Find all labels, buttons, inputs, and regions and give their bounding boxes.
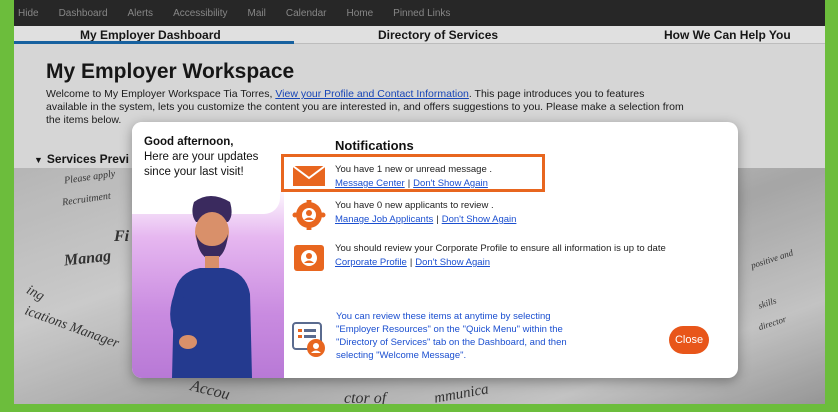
manage-job-applicants-link[interactable]: Manage Job Applicants <box>335 214 433 225</box>
dont-show-again-link[interactable]: Don't Show Again <box>442 214 517 225</box>
corporate-profile-link[interactable]: Corporate Profile <box>335 257 407 268</box>
greeting-title: Good afternoon, <box>144 136 234 148</box>
notification-links: Corporate Profile | Don't Show Again <box>335 257 490 268</box>
link-separator: | <box>409 257 413 268</box>
person-illustration <box>170 196 252 378</box>
welcome-modal: Good afternoon, Here are your updates si… <box>132 122 738 378</box>
modal-illustration-panel: Good afternoon, Here are your updates si… <box>132 122 284 378</box>
footer-note: You can review these items at anytime by… <box>336 311 567 361</box>
dont-show-again-link[interactable]: Don't Show Again <box>415 257 490 268</box>
notification-message: You should review your Corporate Profile… <box>335 243 666 254</box>
close-button[interactable]: Close <box>669 326 709 354</box>
notifications-title: Notifications <box>335 138 414 153</box>
highlight-box <box>281 154 545 192</box>
applicants-icon <box>292 200 326 230</box>
notification-message: You have 0 new applicants to review . <box>335 200 494 211</box>
resources-icon <box>292 322 325 357</box>
notification-links: Manage Job Applicants | Don't Show Again <box>335 214 516 225</box>
link-separator: | <box>436 214 439 225</box>
greeting-subtitle: Here are your updates since your last vi… <box>144 151 259 178</box>
profile-icon <box>294 245 324 271</box>
